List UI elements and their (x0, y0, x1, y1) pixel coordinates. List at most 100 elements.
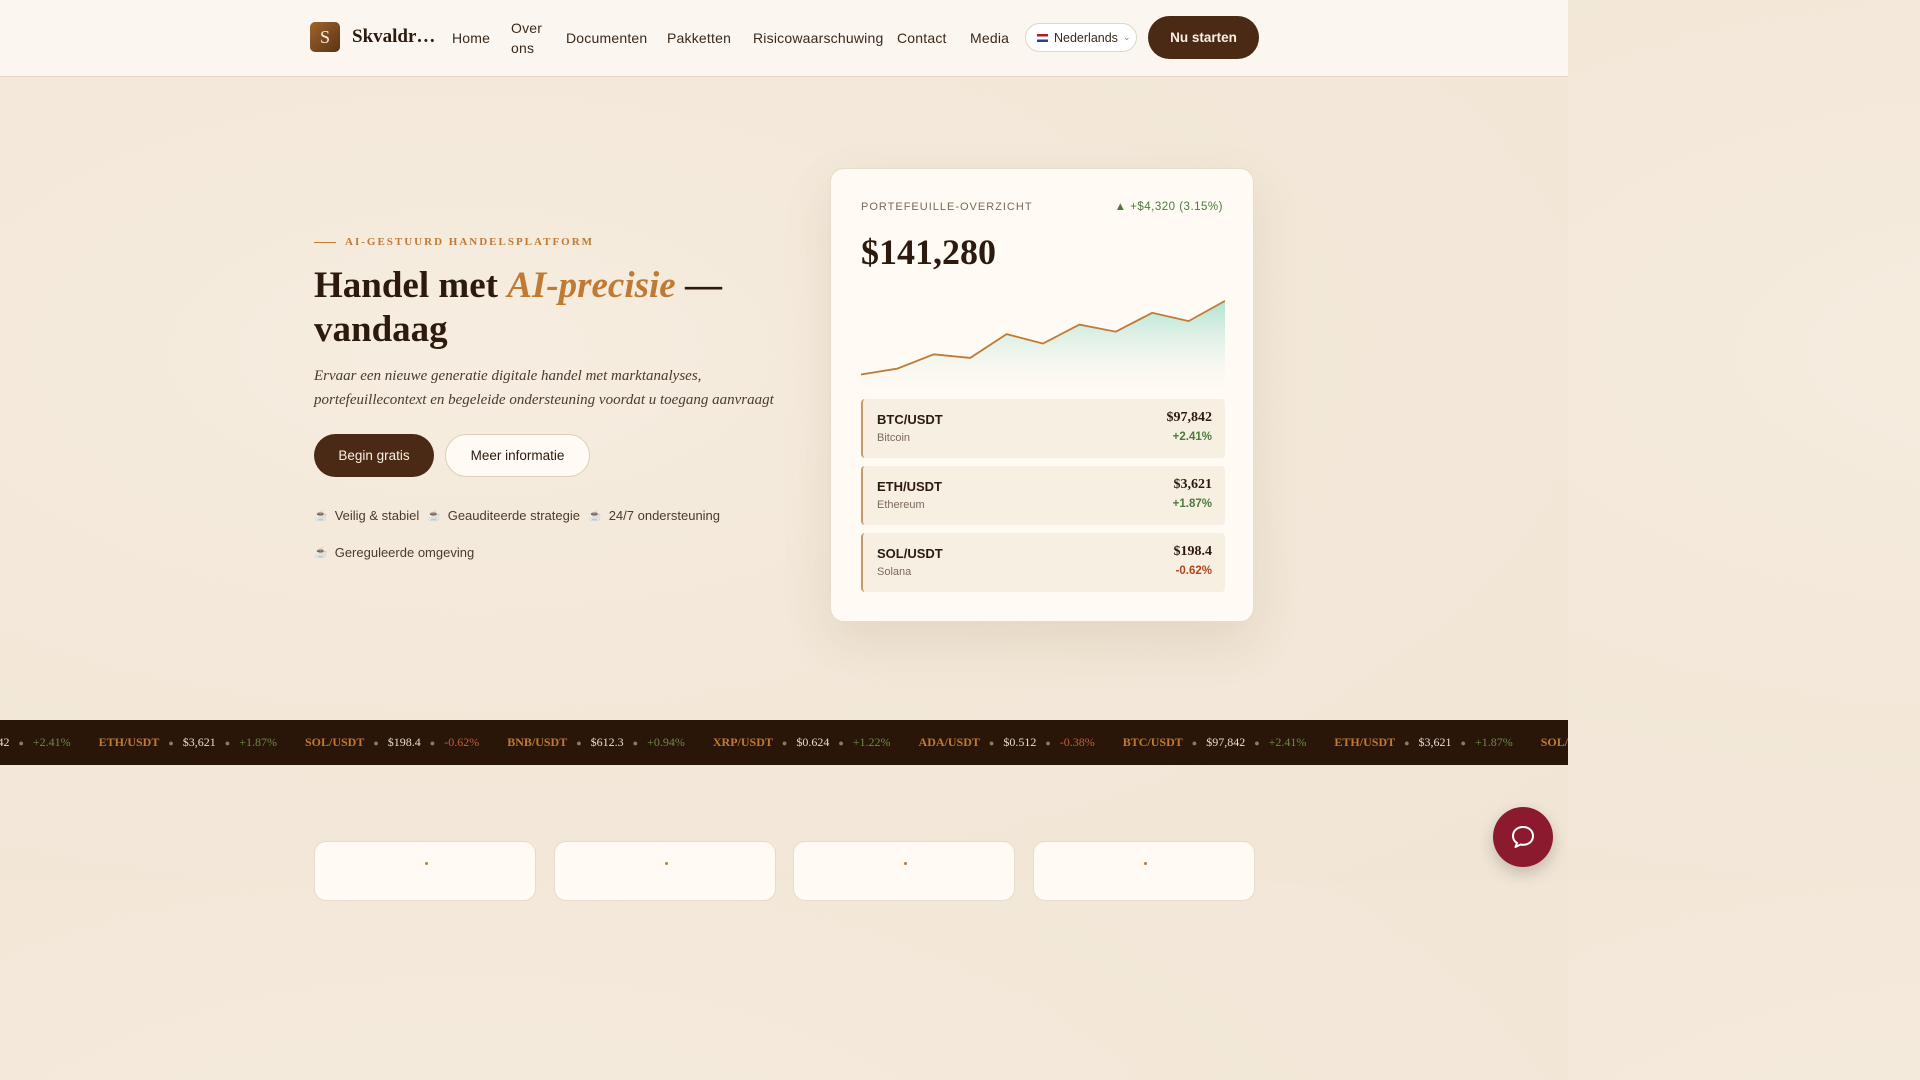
nav-link-documenten[interactable]: Documenten (566, 30, 647, 46)
nav-link-over-ons[interactable]: Over ons (511, 18, 551, 58)
card-dot-icon (904, 862, 907, 865)
price-ticker: ● $97,842 ● +2.41% ETH/USDT ● $3,621 ● +1.87% SOL… (0, 720, 1568, 765)
ticker-price: $3,621 (182, 735, 216, 749)
ticker-price: $612.3 (590, 735, 624, 749)
portfolio-value: $141,280 (861, 232, 996, 272)
ticker-change: -0.62% (444, 735, 480, 749)
card-dot-icon (665, 862, 668, 865)
ticker-symbol: ETH/USDT (98, 735, 160, 749)
ticker-price: $198.4 (387, 735, 421, 749)
feature-card (1033, 841, 1255, 901)
nav-link-contact[interactable]: Contact (897, 30, 947, 46)
asset-change: -0.62% (1175, 565, 1212, 577)
ticker-symbol: XRP/USDT (712, 735, 773, 749)
top-navigation: S Skvaldr… Home Over ons Documenten Pakk… (0, 0, 1568, 77)
portfolio-label: PORTEFEUILLE-OVERZICHT (861, 201, 1033, 213)
asset-row-sol[interactable]: SOL/USDT Solana $198.4 -0.62% (861, 533, 1225, 592)
asset-name: Bitcoin (877, 432, 911, 444)
feature-item: ☕ Veilig & stabiel (314, 508, 419, 523)
ticker-separator-icon: ● (168, 737, 174, 748)
headline-pre: Handel met (314, 265, 508, 306)
ticker-price: $0.624 (796, 735, 830, 749)
nav-link-home[interactable]: Home (452, 30, 490, 46)
logo-icon[interactable]: S (310, 22, 340, 52)
feature-item: ☕ 24/7 ondersteuning (588, 508, 720, 523)
chart-area (861, 300, 1225, 389)
asset-name: Solana (877, 566, 912, 578)
asset-price: $198.4 (1173, 544, 1213, 559)
asset-row-btc[interactable]: BTC/USDT Bitcoin $97,842 +2.41% (861, 399, 1225, 458)
coffee-cup-icon: ☕ (314, 510, 328, 522)
start-now-button[interactable]: Nu starten (1148, 16, 1259, 59)
feature-card (554, 841, 776, 901)
ticker-separator-icon: ● (1254, 737, 1260, 748)
hero-eyebrow: AI-GESTUURD HANDELSPLATFORM (314, 236, 594, 248)
ticker-symbol: ETH/USDT (1334, 735, 1396, 749)
ticker-separator-icon: ● (781, 737, 788, 748)
ticker-symbol: SOL/USDT (304, 735, 365, 749)
ticker-separator-icon: ● (988, 737, 995, 748)
asset-change: +2.41% (1172, 431, 1212, 443)
asset-price: $3,621 (1173, 477, 1213, 492)
language-selector[interactable]: Nederlands ⌄ (1025, 23, 1137, 52)
feature-card (314, 841, 536, 901)
ticker-price: $0.512 (1003, 735, 1037, 749)
brand-name[interactable]: Skvaldr… (352, 26, 435, 48)
chevron-down-icon: ⌄ (1122, 32, 1131, 42)
ticker-item: ADA/USDT ● $0.512 ● -0.38% (919, 735, 1095, 750)
ticker-separator-icon: ● (1460, 737, 1466, 748)
feature-item: ☕ Geauditeerde strategie (427, 508, 580, 523)
coffee-cup-icon: ☕ (314, 547, 328, 559)
ticker-separator-icon: ● (632, 737, 639, 748)
asset-name: Ethereum (877, 499, 925, 511)
ticker-item: BTC/USDT ● $97,842 ● +2.41% (1123, 735, 1307, 750)
language-label: Nederlands (1054, 30, 1118, 45)
more-info-button[interactable]: Meer informatie (445, 434, 590, 477)
nav-link-risicowaarschuwing[interactable]: Risicowaarschuwing (753, 30, 883, 46)
netherlands-flag-icon (1037, 33, 1048, 42)
ticker-separator-icon: ● (373, 737, 379, 748)
ticker-item: SOL/USDT ● $198.4 ● -0.62% (305, 735, 479, 750)
ticker-track: ● $97,842 ● +2.41% ETH/USDT ● $3,621 ● +1.87% SOL… (0, 720, 1568, 765)
feature-card (793, 841, 1015, 901)
ticker-price: $97,842 (1206, 735, 1246, 749)
ticker-separator-icon: ● (1191, 737, 1198, 748)
feature-label: Geauditeerde strategie (447, 508, 580, 523)
ticker-item: XRP/USDT ● $0.624 ● +1.22% (713, 735, 891, 750)
asset-row-eth[interactable]: ETH/USDT Ethereum $3,621 +1.87% (861, 466, 1225, 525)
ticker-change: -0.38% (1059, 735, 1095, 749)
feature-label: Veilig & stabiel (334, 508, 420, 523)
chat-button[interactable] (1493, 807, 1553, 867)
asset-change: +1.87% (1172, 498, 1212, 510)
nav-link-media[interactable]: Media (970, 30, 1009, 46)
ticker-item: ETH/USDT ● $3,621 ● +1.87% (99, 735, 277, 750)
headline-accent: AI-precisie (507, 265, 676, 306)
ticker-change: +0.94% (647, 735, 685, 749)
portfolio-change: ▲ +$4,320 (3.15%) (1114, 201, 1223, 213)
ticker-symbol: BNB/USDT (507, 735, 568, 749)
ticker-change: +1.87% (239, 735, 277, 749)
ticker-change: +2.41% (32, 735, 71, 749)
feature-label: Gereguleerde omgeving (334, 545, 475, 560)
ticker-symbol: SOL/US (1540, 735, 1568, 749)
coffee-cup-icon: ☕ (427, 510, 441, 522)
asset-pair: ETH/USDT (877, 479, 942, 494)
ticker-change: +1.22% (852, 735, 891, 749)
ticker-price: $3,621 (1418, 735, 1452, 749)
ticker-item: BNB/USDT ● $612.3 ● +0.94% (507, 735, 685, 750)
ticker-separator-icon: ● (1404, 737, 1410, 748)
ticker-price: $97,842 (0, 735, 10, 749)
ticker-change: +1.87% (1474, 735, 1513, 749)
asset-price: $97,842 (1166, 410, 1213, 425)
begin-free-button[interactable]: Begin gratis (314, 434, 434, 477)
ticker-separator-icon: ● (576, 737, 582, 748)
ticker-symbol: ADA/USDT (918, 735, 980, 749)
asset-pair: BTC/USDT (877, 412, 943, 427)
asset-pair: SOL/USDT (877, 546, 943, 561)
ticker-separator-icon: ● (224, 737, 231, 748)
nav-link-pakketten[interactable]: Pakketten (667, 30, 731, 46)
eyebrow-text: AI-GESTUURD HANDELSPLATFORM (345, 236, 595, 248)
coffee-cup-icon: ☕ (588, 510, 602, 522)
ticker-change: +2.41% (1268, 735, 1307, 749)
ticker-item: SOL/US● (1541, 735, 1568, 750)
